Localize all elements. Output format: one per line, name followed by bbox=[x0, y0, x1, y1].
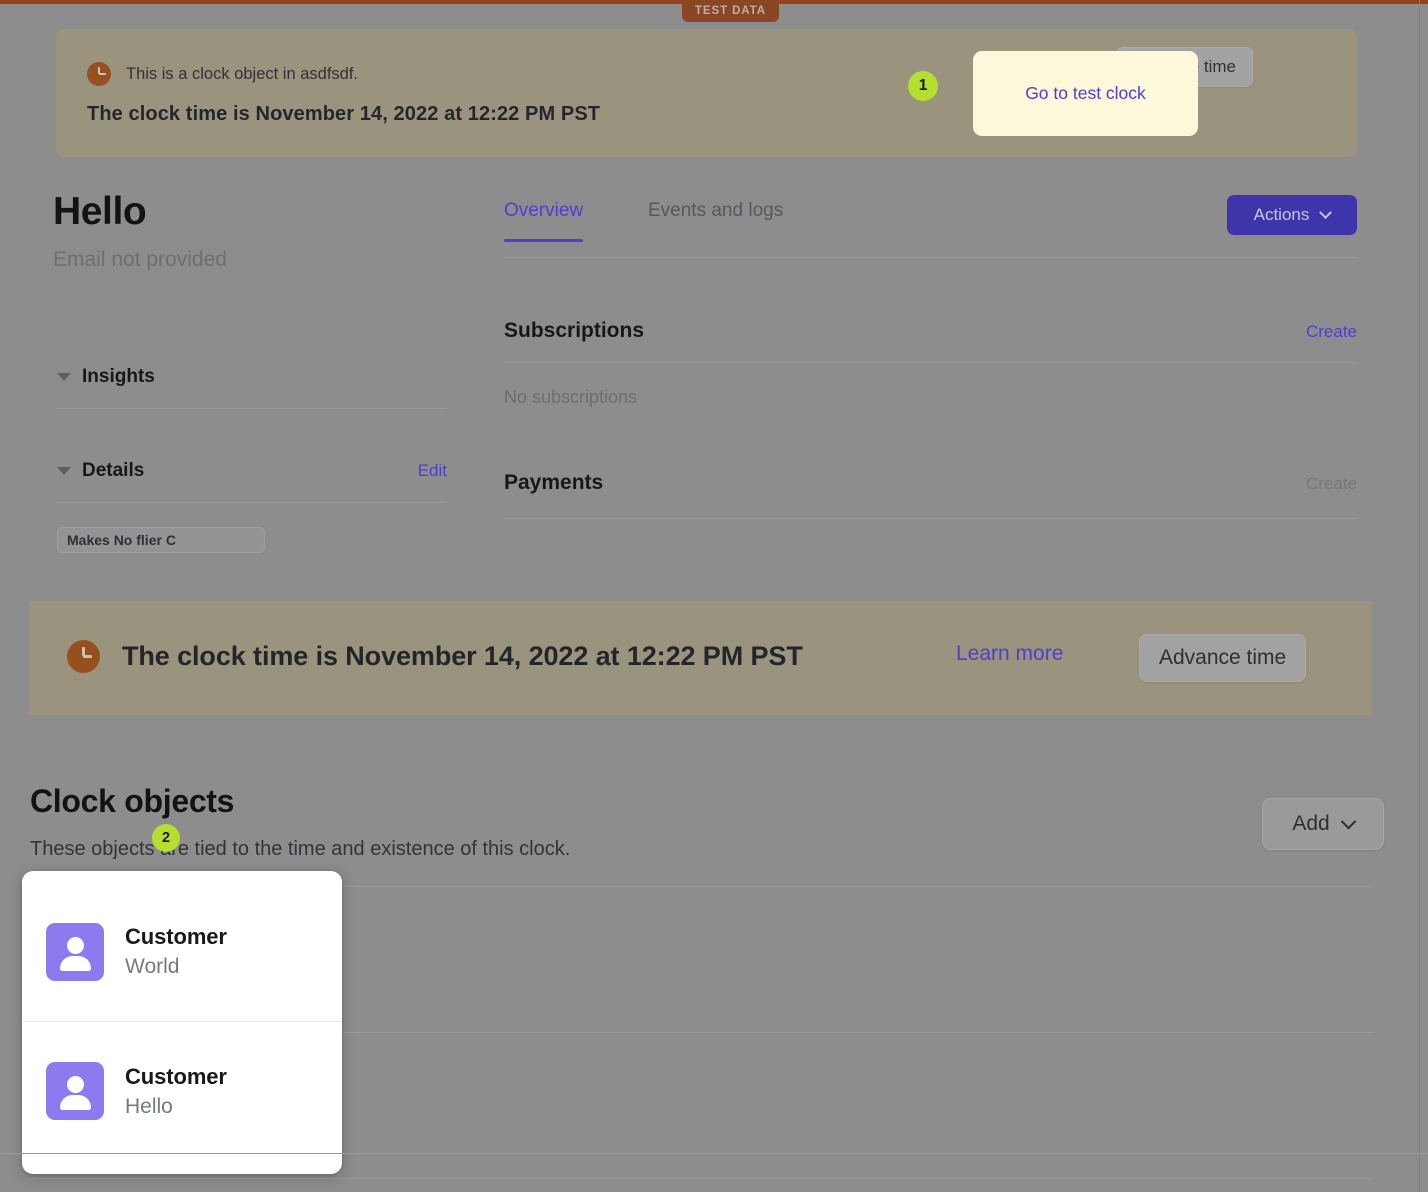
chevron-down-icon bbox=[57, 373, 71, 381]
subscriptions-empty-text: No subscriptions bbox=[504, 387, 638, 407]
payments-title: Payments bbox=[504, 471, 604, 494]
actions-button-label: Actions bbox=[1253, 205, 1310, 224]
page-title: Hello bbox=[53, 190, 147, 233]
list-item[interactable]: Customer World bbox=[22, 882, 342, 1021]
go-to-test-clock-highlight: Go to test clock bbox=[973, 51, 1198, 136]
test-data-badge: TEST DATA bbox=[682, 0, 779, 22]
clock-banner-top-line1: This is a clock object in asdfsdf. bbox=[87, 62, 358, 86]
clock-objects-subtitle: These objects are tied to the time and e… bbox=[30, 838, 571, 860]
learn-more-link[interactable]: Learn more bbox=[956, 642, 1063, 666]
details-metadata-pill: Makes No flier C bbox=[57, 527, 265, 553]
clock-objects-title: Clock objects bbox=[30, 783, 235, 819]
sidebar-section-insights-header[interactable]: Insights bbox=[57, 363, 447, 391]
go-to-test-clock-link[interactable]: Go to test clock bbox=[1025, 83, 1146, 104]
viewport-right-edge bbox=[1419, 0, 1420, 1192]
annotation-marker-1: 1 bbox=[908, 71, 938, 101]
divider bbox=[30, 1178, 1372, 1179]
edit-details-link[interactable]: Edit bbox=[418, 461, 447, 481]
list-item-text: Customer World bbox=[125, 924, 227, 979]
actions-button[interactable]: Actions bbox=[1227, 195, 1357, 235]
tab-events-and-logs[interactable]: Events and logs bbox=[648, 200, 783, 242]
divider bbox=[504, 362, 1357, 363]
payments-section-header: Payments Create bbox=[504, 471, 1357, 495]
sidebar-section-details-header[interactable]: Details Edit bbox=[57, 457, 447, 485]
add-button[interactable]: Add bbox=[1262, 798, 1384, 850]
list-item-text: Customer Hello bbox=[125, 1064, 227, 1119]
list-item-name: World bbox=[125, 955, 180, 978]
clock-banner-middle-content: The clock time is November 14, 2022 at 1… bbox=[67, 640, 803, 673]
chevron-down-icon bbox=[1340, 813, 1356, 829]
divider bbox=[504, 518, 1357, 519]
tab-overview[interactable]: Overview bbox=[504, 200, 584, 242]
clock-icon bbox=[87, 62, 111, 86]
list-item[interactable]: Customer Hello bbox=[22, 1021, 342, 1160]
page-bottom-divider bbox=[0, 1153, 1428, 1154]
sidebar-section-insights: Insights bbox=[57, 363, 447, 409]
chevron-down-icon bbox=[57, 467, 71, 475]
person-avatar-icon bbox=[46, 922, 104, 981]
divider bbox=[57, 502, 447, 503]
sidebar-section-details: Details Edit bbox=[57, 457, 447, 503]
chevron-down-icon bbox=[1319, 205, 1333, 219]
clock-objects-dropdown: Customer World Customer Hello bbox=[22, 871, 342, 1174]
customer-email: Email not provided bbox=[53, 248, 227, 271]
list-item-type: Customer bbox=[125, 1063, 227, 1089]
list-item-type: Customer bbox=[125, 924, 227, 949]
subscriptions-section-header: Subscriptions Create bbox=[504, 319, 1357, 343]
add-button-label: Add bbox=[1292, 812, 1330, 835]
list-item-name: Hello bbox=[125, 1094, 173, 1118]
annotation-marker-2: 2 bbox=[152, 824, 180, 852]
person-avatar-icon bbox=[46, 1062, 104, 1120]
divider bbox=[57, 408, 447, 409]
sidebar-section-insights-label: Insights bbox=[82, 366, 155, 387]
tabs-divider bbox=[504, 257, 1357, 258]
sidebar-section-details-label: Details bbox=[82, 460, 145, 481]
page-root: TEST DATA This is a clock object in asdf… bbox=[0, 0, 1428, 1192]
subscriptions-title: Subscriptions bbox=[504, 319, 645, 342]
create-subscription-link[interactable]: Create bbox=[1306, 322, 1357, 342]
clock-banner-top-time: The clock time is November 14, 2022 at 1… bbox=[87, 103, 601, 125]
advance-time-button-middle[interactable]: Advance time bbox=[1139, 634, 1307, 682]
clock-banner-middle-time: The clock time is November 14, 2022 at 1… bbox=[122, 641, 803, 671]
clock-icon bbox=[67, 640, 100, 673]
clock-banner-top-description: This is a clock object in asdfsdf. bbox=[126, 64, 359, 83]
create-payment-link[interactable]: Create bbox=[1306, 474, 1357, 494]
